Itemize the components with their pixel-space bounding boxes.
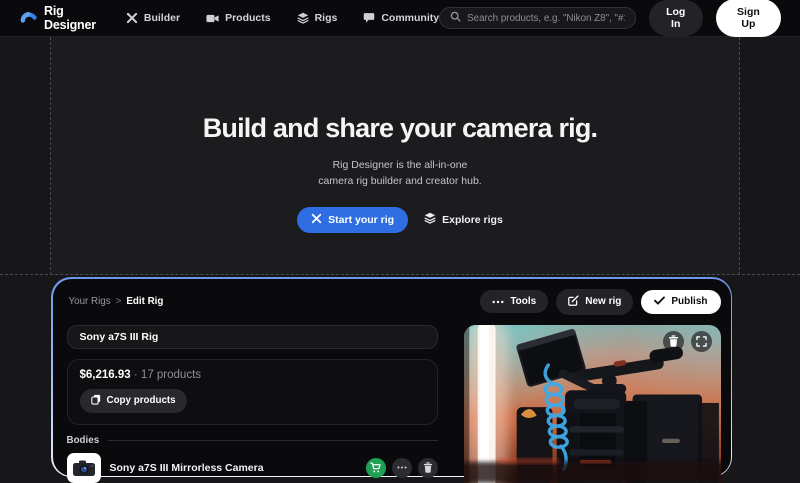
product-thumbnail <box>67 453 101 483</box>
ellipsis-icon <box>492 296 504 307</box>
hero-section: Build and share your camera rig. Rig Des… <box>0 37 800 233</box>
video-camera-icon <box>206 13 219 24</box>
nav-item-rigs[interactable]: Rigs <box>297 12 338 24</box>
top-navbar: Rig Designer Builder Products <box>0 0 800 37</box>
rig-photo-panel <box>464 325 721 483</box>
new-rig-label: New rig <box>585 296 621 307</box>
copy-products-label: Copy products <box>107 395 176 406</box>
signup-button[interactable]: Sign Up <box>716 0 781 37</box>
rig-name-input[interactable] <box>67 325 438 349</box>
publish-button[interactable]: Publish <box>641 290 720 314</box>
trash-icon <box>423 462 433 473</box>
explore-rigs-button[interactable]: Explore rigs <box>424 212 503 227</box>
login-button[interactable]: Log In <box>649 0 703 36</box>
price-separator: · <box>134 369 138 381</box>
rig-summary-panel: $6,216.93 · 17 products Copy products <box>67 359 438 425</box>
trash-icon <box>668 335 679 347</box>
nav-menu: Builder Products Rigs <box>126 12 439 24</box>
photo-delete-button[interactable] <box>663 331 684 352</box>
nav-item-label: Rigs <box>315 12 338 24</box>
hero-cta-group: Start your rig Explore rigs <box>0 207 800 233</box>
ellipsis-icon <box>397 466 407 469</box>
builder-tools-icon <box>126 12 138 24</box>
search-input[interactable] <box>467 13 625 24</box>
rig-photo <box>464 325 721 483</box>
hero-subtitle-line1: Rig Designer is the all-in-one <box>0 157 800 173</box>
editor-header: Your Rigs > Edit Rig Tools <box>67 289 721 315</box>
search-bar[interactable] <box>439 7 636 29</box>
product-more-button[interactable] <box>392 458 412 478</box>
crossed-tools-icon <box>311 213 322 227</box>
publish-label: Publish <box>671 296 707 307</box>
pencil-square-icon <box>568 295 579 309</box>
chat-bubble-icon <box>363 12 375 24</box>
add-to-cart-button[interactable] <box>366 458 386 478</box>
start-your-rig-button[interactable]: Start your rig <box>297 207 408 233</box>
product-row-actions <box>366 458 438 478</box>
fullscreen-icon <box>696 336 707 347</box>
hero-subtitle: Rig Designer is the all-in-one camera ri… <box>0 157 800 190</box>
breadcrumb-your-rigs[interactable]: Your Rigs <box>69 296 111 307</box>
rig-product-count: 17 products <box>141 369 201 381</box>
photo-overlay-actions <box>663 331 712 352</box>
nav-item-label: Products <box>225 12 271 24</box>
bodies-section-header: Bodies <box>67 435 438 446</box>
nav-item-community[interactable]: Community <box>363 12 439 24</box>
section-divider <box>108 440 437 441</box>
breadcrumb: Your Rigs > Edit Rig <box>67 296 164 307</box>
hero-title: Build and share your camera rig. <box>0 113 800 144</box>
nav-item-label: Builder <box>144 12 180 24</box>
checkmark-icon <box>654 296 665 308</box>
nav-item-builder[interactable]: Builder <box>126 12 180 24</box>
cart-icon <box>370 462 381 473</box>
nav-right-group: Log In Sign Up <box>439 0 781 37</box>
rig-designer-logo-icon <box>20 8 37 28</box>
brand-logo[interactable]: Rig Designer <box>20 4 96 32</box>
tools-label: Tools <box>510 296 536 307</box>
hero-subtitle-line2: camera rig builder and creator hub. <box>0 173 800 189</box>
explore-rigs-label: Explore rigs <box>442 214 503 226</box>
copy-products-button[interactable]: Copy products <box>80 389 187 413</box>
nav-item-label: Community <box>381 12 439 24</box>
editor-toolbar: Tools New rig <box>480 289 720 315</box>
nav-item-products[interactable]: Products <box>206 12 271 24</box>
rig-total-price: $6,216.93 <box>80 369 131 381</box>
rig-price-line: $6,216.93 · 17 products <box>80 369 425 381</box>
layers-icon <box>297 12 309 24</box>
copy-icon <box>91 394 101 408</box>
breadcrumb-separator: > <box>116 296 122 307</box>
product-delete-button[interactable] <box>418 458 438 478</box>
breadcrumb-edit-rig: Edit Rig <box>126 296 163 307</box>
photo-expand-button[interactable] <box>691 331 712 352</box>
camera-thumb-image <box>72 459 96 477</box>
start-your-rig-label: Start your rig <box>328 214 394 226</box>
bodies-section-title: Bodies <box>67 435 100 446</box>
product-list-item[interactable]: Sony a7S III Mirrorless Camera <box>67 453 438 483</box>
new-rig-button[interactable]: New rig <box>556 289 633 315</box>
rig-editor-card: Your Rigs > Edit Rig Tools <box>51 277 732 477</box>
search-icon <box>450 9 461 27</box>
product-name: Sony a7S III Mirrorless Camera <box>110 462 264 474</box>
tools-button[interactable]: Tools <box>480 290 548 313</box>
layers-icon <box>424 212 436 227</box>
brand-name: Rig Designer <box>44 4 96 32</box>
rig-details-panel: $6,216.93 · 17 products Copy products <box>67 325 438 483</box>
horizontal-guide-line <box>0 274 800 275</box>
